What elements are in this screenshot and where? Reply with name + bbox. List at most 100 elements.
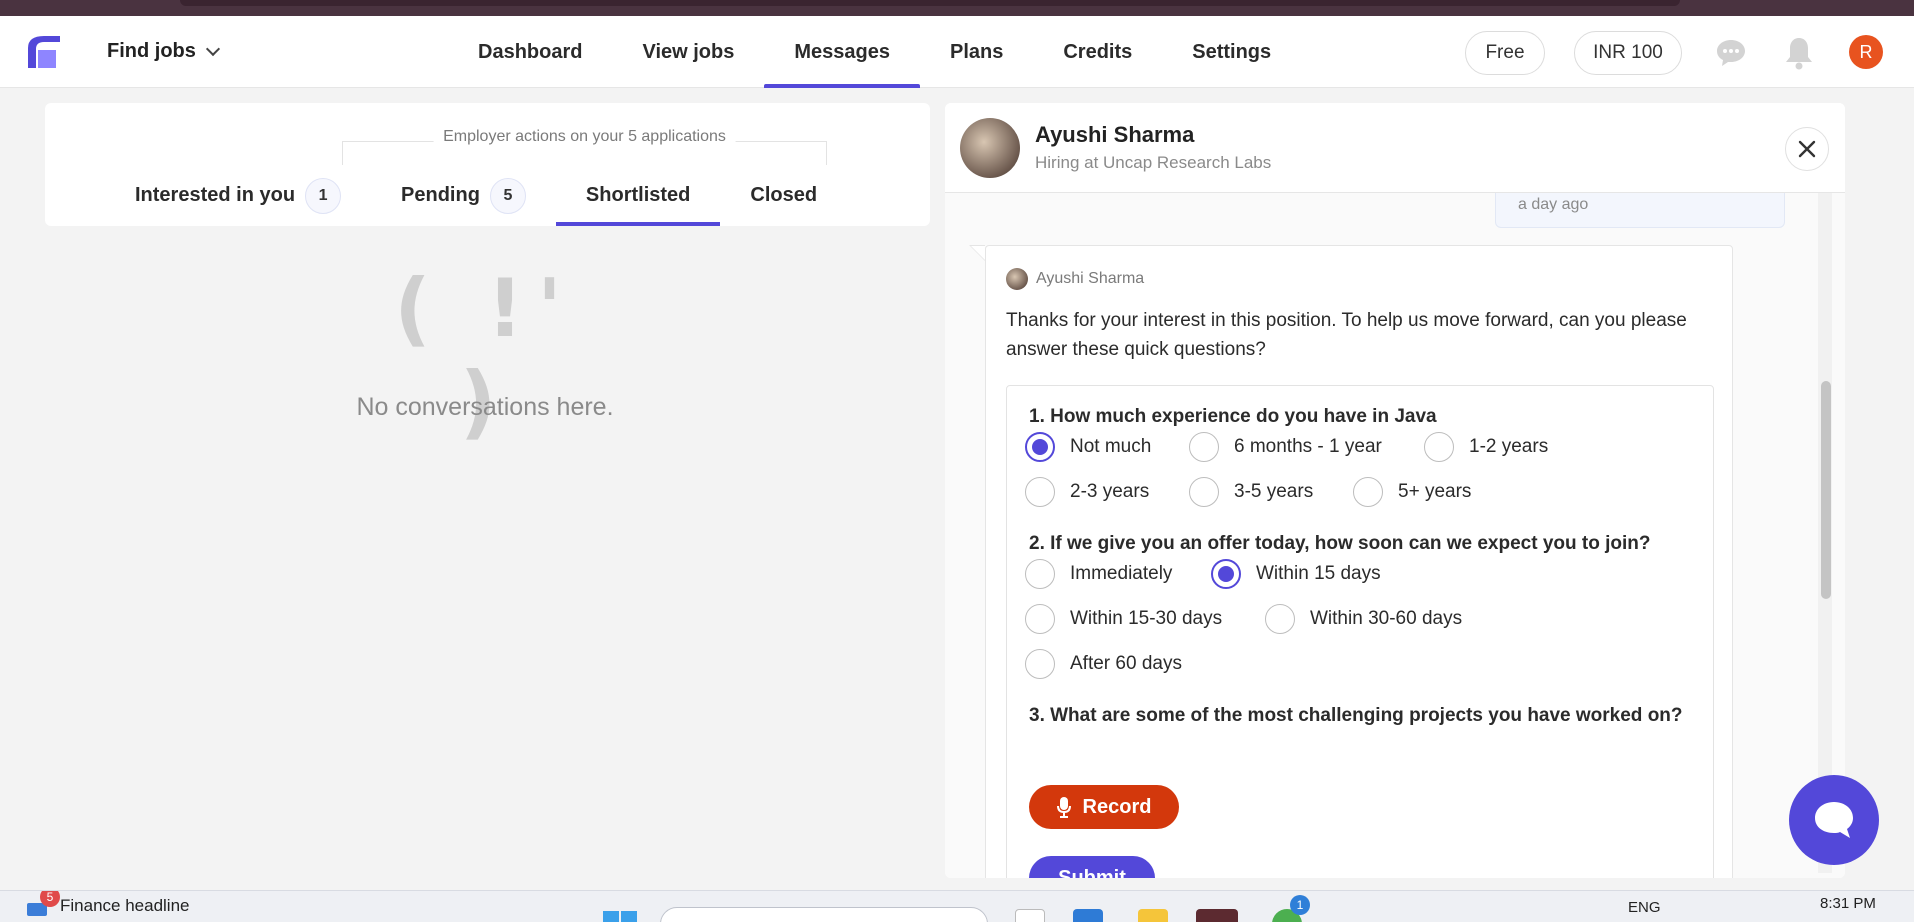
record-button[interactable]: Record: [1029, 785, 1179, 829]
screening-questions-form: 1. How much experience do you have in Ja…: [1006, 385, 1714, 878]
radio: [1189, 432, 1219, 462]
taskbar-app-chrome-icon[interactable]: [1196, 909, 1238, 922]
radio: [1265, 604, 1295, 634]
count-badge: 1: [305, 177, 342, 214]
nav-tab-plans[interactable]: Plans: [920, 16, 1033, 88]
find-jobs-label: Find jobs: [107, 40, 196, 62]
nav-tab-credits[interactable]: Credits: [1033, 16, 1162, 88]
option-5-plus-years[interactable]: 5+ years: [1353, 477, 1471, 507]
radio-selected: [1211, 559, 1241, 589]
user-avatar[interactable]: R: [1849, 35, 1883, 69]
windows-start-icon[interactable]: [603, 911, 637, 922]
chat-icon[interactable]: [1715, 38, 1747, 68]
option-within-15-30-days[interactable]: Within 15-30 days: [1025, 604, 1222, 634]
tab-interested-in-you[interactable]: Interested in you 1: [105, 165, 371, 226]
bell-icon[interactable]: [1784, 36, 1814, 70]
message-text: Thanks for your interest in this positio…: [1006, 310, 1687, 360]
os-taskbar: 5 Finance headline 1 ENG 8:31 PM: [0, 890, 1914, 922]
tab-label: Interested in you: [135, 184, 296, 206]
language-indicator[interactable]: ENG: [1628, 899, 1661, 916]
logo-icon[interactable]: [24, 32, 64, 72]
os-top-strip: [0, 0, 1914, 16]
message-timestamp: a day ago: [1518, 196, 1589, 213]
option-label: Within 15-30 days: [1070, 608, 1223, 629]
applications-caption-frame: Employer actions on your 5 applications: [342, 128, 827, 165]
option-label: 5+ years: [1398, 481, 1472, 502]
radio: [1025, 649, 1055, 679]
radio: [1189, 477, 1219, 507]
sender-avatar: [1006, 268, 1028, 290]
nav-tab-messages[interactable]: Messages: [764, 16, 920, 88]
option-after-60-days[interactable]: After 60 days: [1025, 649, 1182, 679]
recruiter-name: Ayushi Sharma: [1035, 122, 1195, 147]
option-label: 1-2 years: [1469, 436, 1549, 457]
question-2: 2. If we give you an offer today, how so…: [1029, 533, 1651, 554]
app-badge: 1: [1290, 895, 1310, 915]
news-icon: 5: [26, 891, 60, 917]
nav-tab-settings[interactable]: Settings: [1162, 16, 1301, 88]
mic-icon: [1056, 797, 1071, 818]
radio: [1424, 432, 1454, 462]
option-1-2-years[interactable]: 1-2 years: [1424, 432, 1548, 462]
chevron-down-icon: [205, 41, 220, 56]
radio: [1025, 477, 1055, 507]
option-not-much[interactable]: Not much: [1025, 432, 1151, 462]
radio: [1353, 477, 1383, 507]
taskbar-clock[interactable]: 8:31 PM: [1820, 895, 1876, 912]
message-tail-inner: [971, 246, 985, 260]
taskbar-search-box[interactable]: [660, 907, 988, 922]
record-label: Record: [1082, 795, 1152, 818]
option-label: Immediately: [1070, 563, 1173, 584]
applications-card: Employer actions on your 5 applications …: [45, 103, 930, 226]
taskbar-app-notes-icon[interactable]: [1015, 909, 1045, 922]
recruiter-subtitle: Hiring at Uncap Research Labs: [1035, 153, 1272, 172]
taskbar-news-widget[interactable]: 5 Finance headline: [26, 891, 189, 917]
radio: [1025, 559, 1055, 589]
option-within-15-days[interactable]: Within 15 days: [1211, 559, 1381, 589]
empty-state-text: No conversations here.: [356, 393, 614, 421]
taskbar-app-browser-icon[interactable]: [1073, 909, 1103, 922]
option-immediately[interactable]: Immediately: [1025, 559, 1172, 589]
option-label: After 60 days: [1070, 653, 1182, 674]
top-navbar: Find jobs Dashboard View jobs Messages P…: [0, 16, 1914, 88]
tab-label: Shortlisted: [585, 184, 691, 206]
nav-tab-dashboard[interactable]: Dashboard: [448, 16, 612, 88]
tab-pending[interactable]: Pending 5: [371, 165, 556, 226]
tab-shortlisted[interactable]: Shortlisted: [555, 165, 721, 226]
chat-scrollbar-thumb[interactable]: [1821, 381, 1831, 599]
radio-selected: [1025, 432, 1055, 462]
credits-pill[interactable]: INR 100: [1574, 31, 1682, 75]
option-3-5-years[interactable]: 3-5 years: [1189, 477, 1313, 507]
tab-closed[interactable]: Closed: [720, 165, 847, 226]
option-within-30-60-days[interactable]: Within 30-60 days: [1265, 604, 1462, 634]
application-tabs: Interested in you 1 Pending 5 Shortliste…: [105, 165, 847, 226]
option-label: Not much: [1070, 436, 1152, 457]
option-label: Within 30-60 days: [1310, 608, 1463, 629]
option-label: 2-3 years: [1070, 481, 1150, 502]
news-badge: 5: [40, 891, 60, 907]
sender-name: Ayushi Sharma: [1036, 270, 1145, 287]
radio: [1025, 604, 1055, 634]
recruiter-avatar: [960, 118, 1020, 178]
tab-label: Pending: [401, 184, 480, 206]
applications-caption: Employer actions on your 5 applications: [433, 128, 736, 146]
sender-row: Ayushi Sharma: [1006, 268, 1144, 290]
option-6-months-1-year[interactable]: 6 months - 1 year: [1189, 432, 1382, 462]
count-badge: 5: [489, 177, 526, 214]
recruiter-message: Ayushi Sharma Thanks for your interest i…: [985, 245, 1733, 878]
submit-button[interactable]: Submit: [1029, 856, 1155, 878]
question-1: 1. How much experience do you have in Ja…: [1029, 406, 1437, 427]
option-2-3-years[interactable]: 2-3 years: [1025, 477, 1149, 507]
help-chat-button[interactable]: [1789, 775, 1879, 865]
chat-header: Ayushi Sharma Hiring at Uncap Research L…: [945, 103, 1845, 193]
nav-tab-view-jobs[interactable]: View jobs: [612, 16, 764, 88]
option-label: 3-5 years: [1234, 481, 1314, 502]
taskbar-app-folder-icon[interactable]: [1138, 909, 1168, 922]
plan-pill[interactable]: Free: [1465, 31, 1545, 75]
taskbar-app-whatsapp-icon[interactable]: 1: [1272, 895, 1310, 922]
option-label: Within 15 days: [1256, 563, 1381, 584]
main-nav: Dashboard View jobs Messages Plans Credi…: [448, 16, 1301, 88]
find-jobs-dropdown[interactable]: Find jobs: [107, 40, 220, 63]
close-chat-button[interactable]: [1785, 127, 1829, 171]
chat-body[interactable]: a day ago Ayushi Sharma Thanks for your …: [945, 173, 1845, 878]
